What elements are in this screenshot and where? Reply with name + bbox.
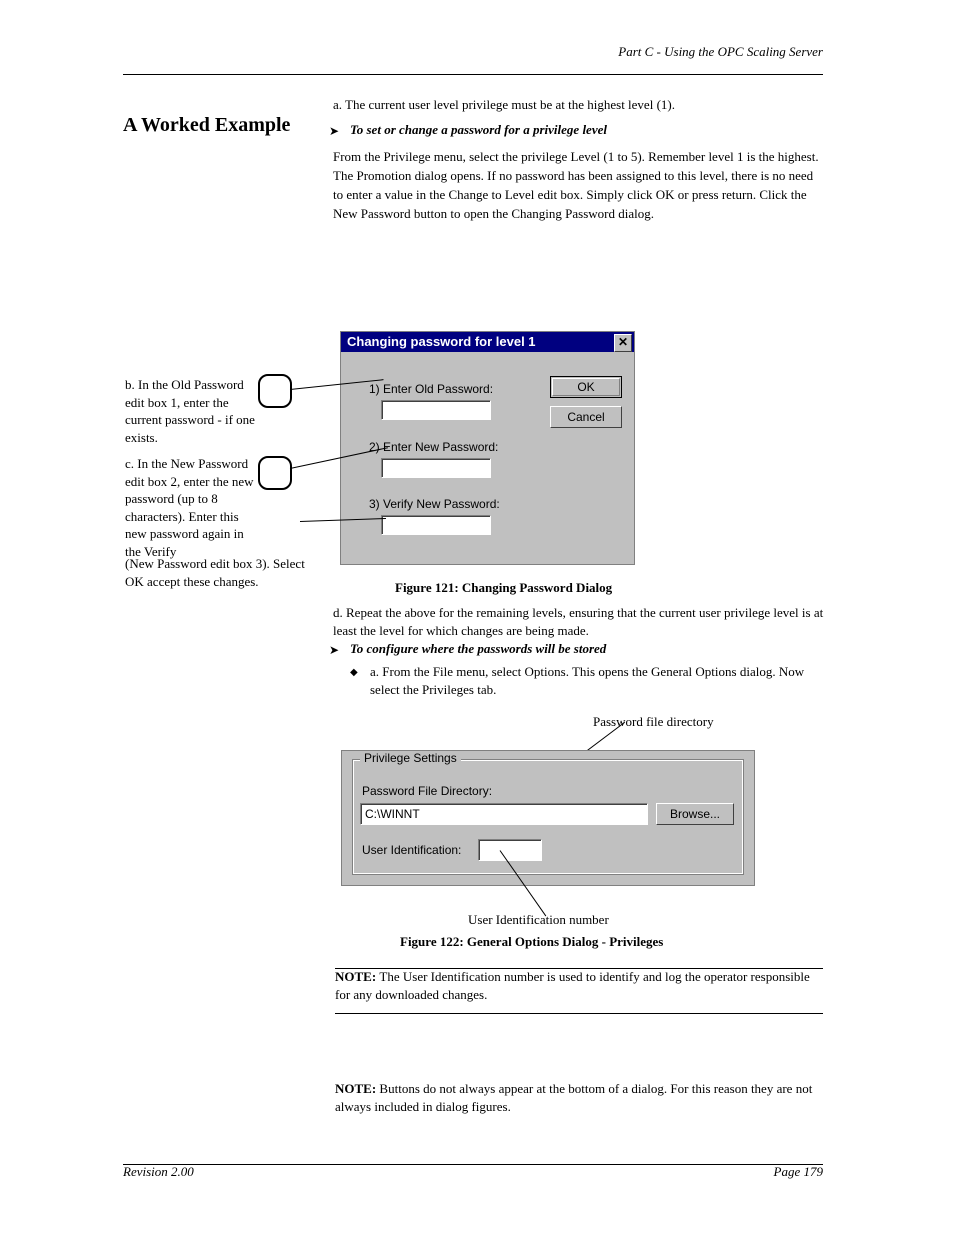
note-1: NOTE: The User Identification number is … <box>335 968 823 1004</box>
arrow2-title: To configure where the passwords will be… <box>350 641 820 657</box>
figure-122-caption: Figure 122: General Options Dialog - Pri… <box>400 934 663 950</box>
new-password-input[interactable] <box>381 458 491 478</box>
label-user-id: User Identification: <box>362 843 461 857</box>
label-password-dir: Password File Directory: <box>362 784 492 798</box>
label-old-password: 1) Enter Old Password: <box>369 382 493 396</box>
header-right: Part C - Using the OPC Scaling Server <box>618 44 823 60</box>
step-d: d. Repeat the above for the remaining le… <box>333 604 828 640</box>
step-marker-2 <box>258 456 292 490</box>
arrow-icon-2: ➤ <box>329 643 339 657</box>
figure-121-caption: Figure 121: Changing Password Dialog <box>395 580 612 596</box>
callout-userid: User Identification number <box>468 912 609 928</box>
close-icon[interactable]: ✕ <box>614 334 632 352</box>
footer-left: Revision 2.00 <box>123 1164 194 1180</box>
step-c-tail: (New Password edit box 3). Select OK acc… <box>125 555 325 590</box>
arrow-icon: ➤ <box>329 124 339 138</box>
bullet2: a. From the File menu, select Options. T… <box>370 663 825 699</box>
step-marker-1 <box>258 374 292 408</box>
callout-dir: Password file directory <box>593 714 714 730</box>
old-password-input[interactable] <box>381 400 491 420</box>
note-2: NOTE: Buttons do not always appear at th… <box>335 1080 823 1116</box>
password-dir-input[interactable] <box>360 803 648 825</box>
verify-password-input[interactable] <box>381 515 491 535</box>
arrow1-title: To set or change a password for a privil… <box>350 122 820 138</box>
step-c: c. In the New Password edit box 2, enter… <box>125 455 258 560</box>
section-title: A Worked Example <box>123 114 290 137</box>
label-verify-password: 3) Verify New Password: <box>369 497 500 511</box>
diamond-icon: ◆ <box>350 667 358 678</box>
step-b-part1: b. In the Old Password edit box 1, enter… <box>125 376 258 446</box>
privilege-settings-legend: Privilege Settings <box>360 751 461 765</box>
user-id-input[interactable] <box>478 839 542 861</box>
para-after-arrow1: From the Privilege menu, select the priv… <box>333 148 825 223</box>
label-new-password: 2) Enter New Password: <box>369 440 498 454</box>
statement-a: a. The current user level privilege must… <box>333 97 823 113</box>
dialog-title: Changing password for level 1 <box>341 332 634 352</box>
ok-button[interactable]: OK <box>550 376 622 398</box>
footer-right: Page 179 <box>774 1164 823 1180</box>
browse-button[interactable]: Browse... <box>656 803 734 825</box>
cancel-button[interactable]: Cancel <box>550 406 622 428</box>
privilege-settings-panel: Privilege Settings Password File Directo… <box>341 750 755 886</box>
